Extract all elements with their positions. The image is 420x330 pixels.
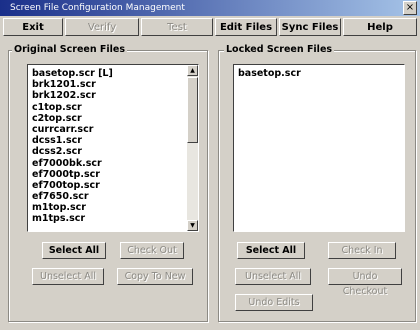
scroll-down-icon[interactable]: ▼ xyxy=(187,220,198,231)
scroll-up-icon[interactable]: ▲ xyxy=(187,65,198,76)
help-button[interactable]: Help xyxy=(343,18,417,36)
list-item[interactable]: c1top.scr xyxy=(32,102,113,113)
list-item[interactable]: m1tps.scr xyxy=(32,213,113,224)
original-unselect-all-button[interactable]: Unselect All xyxy=(32,268,104,285)
undo-checkout-button[interactable]: Undo Checkout xyxy=(328,268,402,297)
exit-button[interactable]: Exit xyxy=(3,18,63,36)
list-scrollbar[interactable]: ▲ ▼ xyxy=(187,65,198,231)
list-item[interactable]: dcss2.scr xyxy=(32,146,113,157)
locked-unselect-all-button[interactable]: Unselect All xyxy=(235,268,311,285)
list-item[interactable]: brk1201.scr xyxy=(32,79,113,90)
check-in-button[interactable]: Check In xyxy=(328,242,396,259)
list-item[interactable]: basetop.scr [L] xyxy=(32,68,113,79)
copy-to-new-button[interactable]: Copy To New xyxy=(117,268,193,285)
list-item[interactable]: currcarr.scr xyxy=(32,124,113,135)
locked-files-label: Locked Screen Files xyxy=(224,44,335,55)
edit-files-button[interactable]: Edit Files xyxy=(215,18,277,36)
list-item[interactable]: basetop.scr xyxy=(238,68,301,79)
locked-files-list[interactable]: basetop.scr xyxy=(233,64,405,232)
title-bar: Screen File Configuration Management × xyxy=(0,0,420,16)
list-item[interactable]: ef7650.scr xyxy=(32,191,113,202)
original-files-label: Original Screen Files xyxy=(12,44,128,55)
toolbar: Exit Verify Test Edit Files Sync Files H… xyxy=(0,18,420,38)
window-title: Screen File Configuration Management xyxy=(10,3,185,13)
list-item[interactable]: ef700top.scr xyxy=(32,180,113,191)
verify-button[interactable]: Verify xyxy=(65,18,139,36)
list-item[interactable]: ef7000tp.scr xyxy=(32,169,113,180)
close-icon[interactable]: × xyxy=(403,1,417,15)
undo-edits-button[interactable]: Undo Edits xyxy=(235,294,313,311)
list-item[interactable]: dcss1.scr xyxy=(32,135,113,146)
original-select-all-button[interactable]: Select All xyxy=(42,242,106,259)
sync-files-button[interactable]: Sync Files xyxy=(279,18,341,36)
scroll-thumb[interactable] xyxy=(187,77,198,143)
list-item[interactable]: c2top.scr xyxy=(32,113,113,124)
test-button[interactable]: Test xyxy=(141,18,213,36)
locked-select-all-button[interactable]: Select All xyxy=(237,242,305,259)
list-item[interactable]: m1top.scr xyxy=(32,202,113,213)
list-item[interactable]: brk1202.scr xyxy=(32,90,113,101)
original-files-list[interactable]: basetop.scr [L] brk1201.scr brk1202.scr … xyxy=(27,64,199,232)
list-item[interactable]: ef7000bk.scr xyxy=(32,158,113,169)
check-out-button[interactable]: Check Out xyxy=(120,242,184,259)
